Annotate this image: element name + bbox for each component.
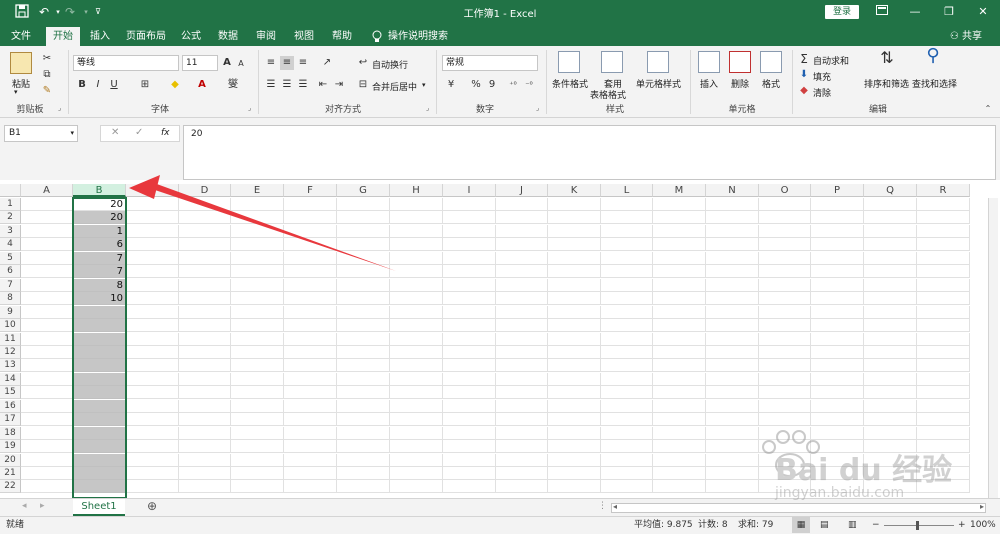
arrow-shaft (152, 183, 396, 271)
zoom-in-icon[interactable]: + (958, 517, 966, 534)
page-layout-view-icon[interactable]: ▤ (820, 517, 829, 534)
horizontal-scrollbar[interactable]: ◂ ▸ (611, 502, 986, 513)
zoom-level[interactable]: 100% (970, 517, 996, 534)
add-sheet-icon[interactable]: ⊕ (147, 499, 157, 513)
prev-sheet-icon[interactable]: ◂ (22, 501, 27, 511)
arrow-head (129, 175, 160, 199)
zoom-slider[interactable] (884, 525, 954, 526)
zoom-out-icon[interactable]: − (872, 517, 880, 534)
sheet-tab-bar: ◂ ▸ Sheet1 ⊕ ⋮ ◂ ▸ (0, 498, 1000, 516)
scroll-left-icon[interactable]: ◂ (613, 502, 617, 511)
excel-window: ↶ ▾ ↷ ▾ ⊽ 工作簿1 - Excel 登录 — ❐ ✕ 文件 开始 插入… (0, 0, 1000, 534)
status-count: 计数: 8 (698, 520, 728, 530)
annotation-arrow (129, 175, 396, 271)
next-sheet-icon[interactable]: ▸ (40, 501, 45, 511)
page-break-view-icon[interactable]: ▥ (848, 517, 857, 534)
split-handle-icon[interactable]: ⋮ (598, 501, 607, 511)
sheet-tab-sheet1[interactable]: Sheet1 (73, 499, 125, 516)
zoom-slider-thumb[interactable] (916, 521, 919, 530)
scroll-right-icon[interactable]: ▸ (980, 502, 984, 511)
status-ready: 就绪 (6, 520, 25, 530)
status-bar: 就绪 平均值: 9.875 计数: 8 求和: 79 ▦ ▤ ▥ − + 100… (0, 516, 1000, 534)
normal-view-icon[interactable]: ▦ (792, 517, 810, 533)
status-sum: 求和: 79 (738, 520, 774, 530)
status-average: 平均值: 9.875 (634, 520, 693, 530)
